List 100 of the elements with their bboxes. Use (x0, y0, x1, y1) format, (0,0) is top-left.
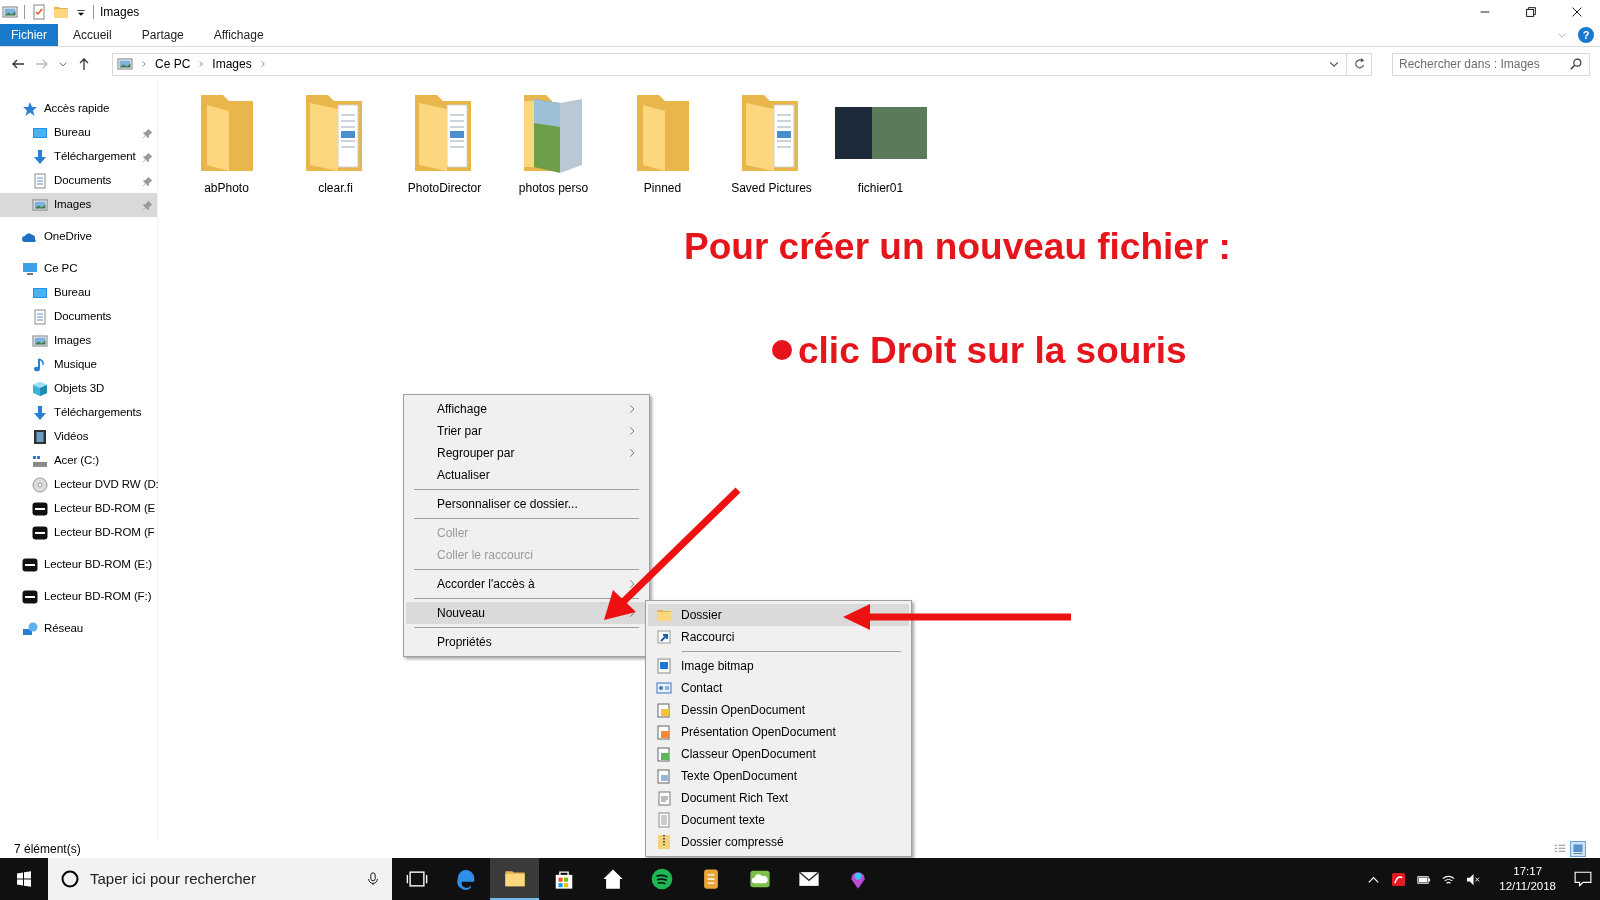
file-name: PhotoDirector (407, 180, 482, 197)
shortcut-icon (656, 629, 672, 645)
sidebar-item[interactable]: Lecteur BD-ROM (E:) (0, 553, 157, 577)
task-view-icon[interactable] (405, 868, 428, 890)
search-field[interactable]: Rechercher dans : Images (1392, 52, 1590, 76)
sidebar-item[interactable]: Images (0, 329, 157, 353)
contact-card-icon (656, 680, 672, 696)
restore-icon[interactable] (1524, 5, 1538, 19)
file-item[interactable]: Pinned (608, 93, 717, 197)
sidebar-item[interactable]: Lecteur DVD RW (D: (0, 473, 157, 497)
sidebar-item[interactable]: Lecteur BD-ROM (E (0, 497, 157, 521)
file-item[interactable]: fichier01 (826, 93, 935, 197)
file-item[interactable]: Saved Pictures (717, 93, 826, 197)
menu-item[interactable]: Présentation OpenDocument (648, 721, 909, 743)
chevron-down-icon[interactable] (58, 59, 68, 69)
menu-item[interactable]: Raccourci (648, 626, 909, 648)
annotation-title: Pour créer un nouveau fichier : (684, 225, 1232, 269)
menu-item[interactable]: Dessin OpenDocument (648, 699, 909, 721)
sidebar-item[interactable]: Ce PC (0, 257, 157, 281)
zipped-folder-icon (656, 834, 672, 850)
item-count: 7 élément(s) (14, 841, 81, 858)
drive-badge-icon (22, 589, 38, 605)
sidebar-item[interactable]: Documents (0, 169, 157, 193)
window-title: Images (100, 4, 140, 21)
windows-logo-icon[interactable] (16, 871, 32, 887)
menu-item[interactable]: Image bitmap (648, 655, 909, 677)
sidebar-item[interactable]: Musique (0, 353, 157, 377)
sidebar-item[interactable]: Vidéos (0, 425, 157, 449)
menu-item[interactable]: Trier par (406, 420, 647, 442)
breadcrumb-link[interactable]: Images (212, 55, 252, 73)
picture-icon (32, 197, 48, 213)
menu-item[interactable]: Accorder l'accès à (406, 573, 647, 595)
drive-badge-icon (32, 525, 48, 541)
text-document-icon (656, 790, 672, 806)
search-icon[interactable] (1569, 57, 1583, 71)
sidebar-item[interactable]: Bureau (0, 121, 157, 145)
menu-item[interactable]: Document texte (648, 809, 909, 831)
ribbon-tab[interactable]: Partage (126, 24, 199, 46)
large-icons-view-icon[interactable] (1570, 841, 1586, 857)
pin-icon[interactable] (142, 175, 153, 187)
notification-icon[interactable] (1574, 870, 1592, 888)
checklist-icon[interactable] (31, 4, 47, 20)
ribbon-tab[interactable]: Accueil (58, 24, 127, 46)
sidebar-item[interactable]: OneDrive (0, 225, 157, 249)
drawing-document-icon (656, 702, 672, 718)
sidebar-item[interactable]: Téléchargement (0, 145, 157, 169)
network-icon (22, 621, 38, 637)
ribbon-tab[interactable]: Affichage (198, 24, 279, 46)
menu-item[interactable]: Contact (648, 677, 909, 699)
presentation-document-icon (656, 724, 672, 740)
pin-icon[interactable] (142, 151, 153, 163)
menu-item[interactable]: Classeur OpenDocument (648, 743, 909, 765)
microphone-icon[interactable] (366, 871, 380, 887)
picture-icon (32, 333, 48, 349)
menu-item[interactable]: Personnaliser ce dossier... (406, 493, 647, 515)
spreadsheet-document-icon (656, 746, 672, 762)
sidebar-item[interactable]: Images (0, 193, 157, 217)
pin-icon[interactable] (142, 127, 153, 139)
breadcrumb-link[interactable]: Ce PC (155, 55, 191, 73)
file-item[interactable]: photos perso (499, 93, 608, 197)
ribbon-tab[interactable]: Fichier (0, 24, 58, 46)
home-icon[interactable] (601, 868, 624, 890)
browser-e-icon[interactable] (454, 868, 477, 890)
download-arrow-icon (32, 405, 48, 421)
menu-item[interactable]: Texte OpenDocument (648, 765, 909, 787)
file-item[interactable]: abPhoto (172, 93, 281, 197)
file-name: clear.fi (318, 180, 353, 197)
taskbar-search-field[interactable]: Taper ici pour rechercher (90, 867, 356, 891)
film-icon (32, 429, 48, 445)
menu-item[interactable]: Affichage (406, 398, 647, 420)
menu-item[interactable]: Actualiser (406, 464, 647, 486)
picture-icon (2, 4, 18, 20)
shield-icon[interactable] (1391, 871, 1407, 887)
help-button[interactable]: ? (1578, 27, 1594, 43)
refresh-icon[interactable] (1353, 57, 1367, 71)
file-item[interactable]: clear.fi (281, 93, 390, 197)
menu-item[interactable]: Document Rich Text (648, 787, 909, 809)
sidebar-item[interactable]: Acer (C:) (0, 449, 157, 473)
sidebar-item[interactable]: Lecteur BD-ROM (F:) (0, 585, 157, 609)
menu-item[interactable]: Propriétés (406, 631, 647, 653)
menu-item[interactable]: Dossier compressé (648, 831, 909, 853)
menu-item[interactable]: Regrouper par (406, 442, 647, 464)
sidebar-item[interactable]: Objets 3D (0, 377, 157, 401)
sidebar-item[interactable]: Téléchargements (0, 401, 157, 425)
sidebar-item[interactable]: Bureau (0, 281, 157, 305)
close-icon[interactable] (1570, 5, 1584, 19)
clock-time: 17:17 (1512, 864, 1544, 879)
text-document-icon (656, 768, 672, 784)
mute-speaker-icon[interactable] (1466, 871, 1482, 887)
music-circle-icon[interactable] (650, 868, 673, 890)
cloud-icon[interactable] (748, 868, 771, 890)
sidebar-item[interactable]: Accès rapide (0, 97, 157, 121)
sidebar-item[interactable]: Lecteur BD-ROM (F (0, 521, 157, 545)
file-item[interactable]: PhotoDirector (390, 93, 499, 197)
menu-item[interactable]: Nouveau (406, 602, 647, 624)
drive-badge-icon (32, 501, 48, 517)
search-circle-icon (60, 869, 80, 889)
sidebar-item[interactable]: Documents (0, 305, 157, 329)
sidebar-item[interactable]: Réseau (0, 617, 157, 641)
taskbar-search-box[interactable]: Taper ici pour rechercher (48, 858, 392, 900)
